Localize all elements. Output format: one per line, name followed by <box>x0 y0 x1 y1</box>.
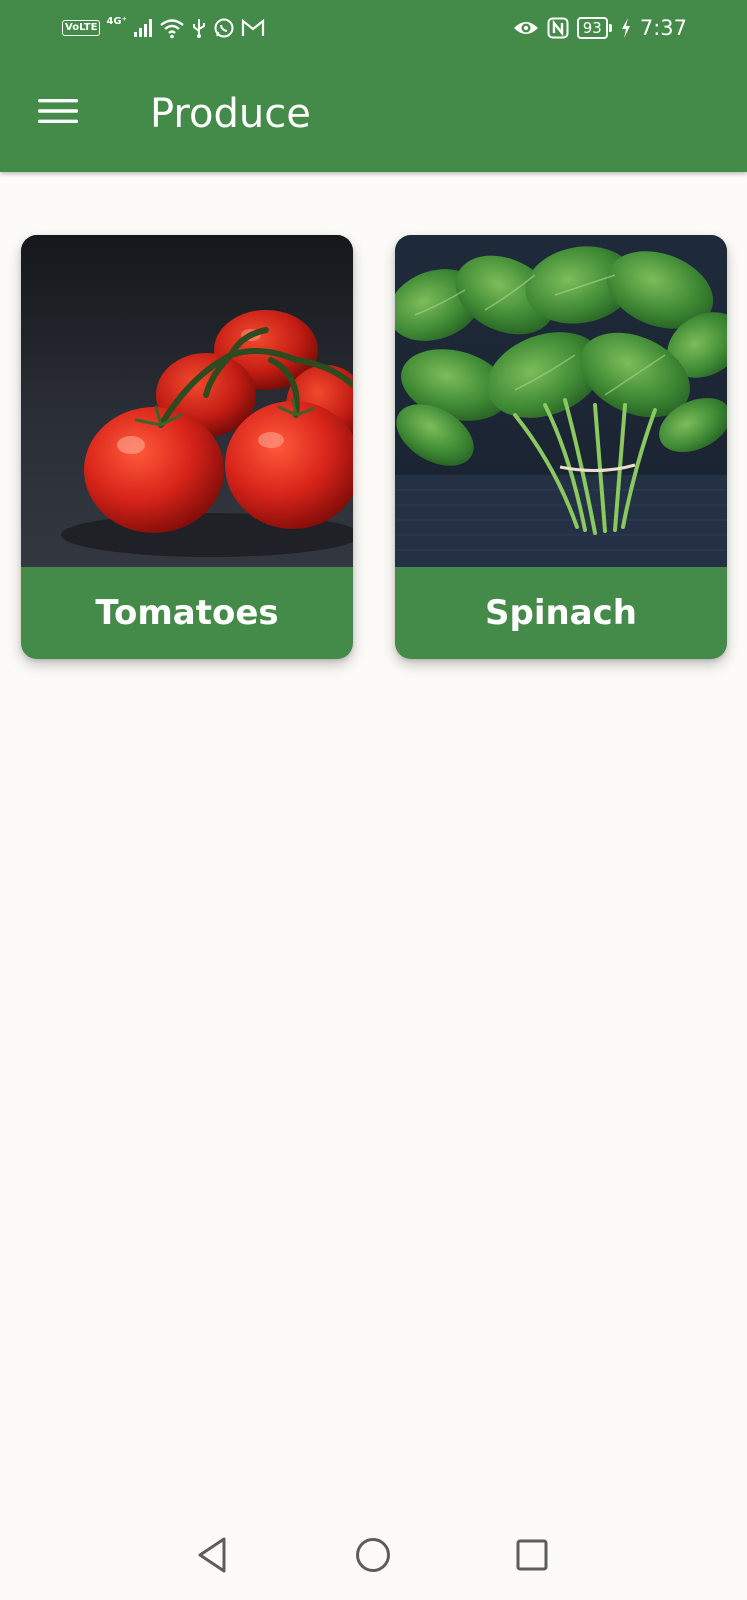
recents-square-icon[interactable] <box>509 1532 555 1578</box>
battery-level: 93 <box>576 17 608 39</box>
hamburger-menu-icon[interactable] <box>38 96 78 126</box>
status-right: 93 7:37 <box>513 14 687 42</box>
produce-card-label: Spinach <box>485 593 637 633</box>
battery-tip <box>608 24 612 32</box>
volte-badge: VoLTE <box>62 20 101 36</box>
home-circle-icon[interactable] <box>350 1532 396 1578</box>
network-type: 4G⁺ <box>106 16 127 27</box>
whatsapp-icon <box>214 18 234 38</box>
produce-grid: Tomatoes Spinach <box>21 235 727 659</box>
gmail-icon <box>241 18 264 36</box>
nfc-icon <box>547 17 569 39</box>
header: VoLTE 4G⁺ 93 7:37 Produce <box>0 0 747 172</box>
navigation-bar <box>0 1510 747 1600</box>
produce-card-label: Tomatoes <box>95 593 279 633</box>
eye-icon <box>513 22 538 34</box>
produce-card-tomatoes[interactable]: Tomatoes <box>21 235 353 659</box>
produce-card-spinach[interactable]: Spinach <box>395 235 727 659</box>
charging-icon <box>621 18 630 38</box>
status-bar: VoLTE 4G⁺ 93 7:37 <box>0 0 747 56</box>
page-title: Produce <box>150 91 311 137</box>
app-bar: Produce <box>0 56 747 172</box>
spinach-photo <box>395 235 727 567</box>
clock: 7:37 <box>639 16 687 40</box>
battery-icon: 93 <box>576 17 612 39</box>
status-left: VoLTE 4G⁺ <box>62 14 265 42</box>
wifi-icon <box>160 19 184 39</box>
usb-icon <box>192 19 205 38</box>
signal-icon <box>133 19 152 37</box>
back-triangle-icon[interactable] <box>190 1532 236 1578</box>
tomatoes-photo <box>21 235 353 567</box>
